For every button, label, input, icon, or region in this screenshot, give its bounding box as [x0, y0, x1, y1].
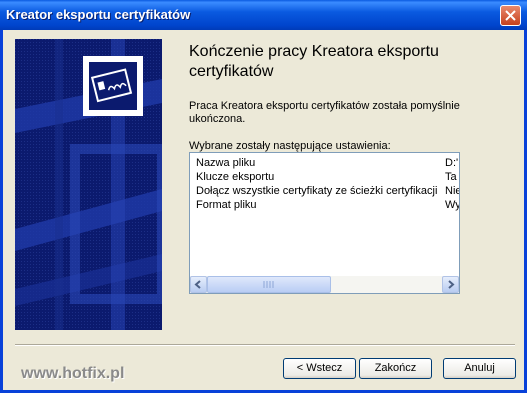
page-title: Kończenie pracy Kreatora eksportu certyf… [189, 43, 439, 80]
certificate-banner-graphic [15, 39, 162, 330]
list-item-value: D:' [445, 157, 459, 169]
window-title: Kreator eksportu certyfikatów [6, 7, 191, 22]
settings-list[interactable]: Nazwa pliku D:' Klucze eksportu Ta Dołąc… [189, 152, 460, 294]
watermark: www.hotfix.pl [21, 365, 125, 382]
list-item-value: Ta [445, 171, 457, 183]
chevron-left-icon [194, 280, 201, 289]
horizontal-scrollbar[interactable] [190, 276, 459, 293]
list-item-value: Nie [445, 185, 459, 197]
title-bar[interactable]: Kreator eksportu certyfikatów [0, 0, 527, 30]
wizard-sidebar-banner [15, 39, 162, 330]
close-button[interactable] [500, 5, 521, 26]
scroll-thumb[interactable] [207, 276, 331, 293]
list-item-value: Wy [445, 199, 459, 211]
wizard-window: Kreator eksportu certyfikatów Kończenie … [0, 0, 527, 393]
divider [15, 344, 515, 346]
scroll-right-button[interactable] [442, 276, 459, 293]
list-item: Nazwa pliku [196, 157, 256, 169]
settings-label: Wybrane zostały następujące ustawienia: [189, 140, 391, 152]
scroll-left-button[interactable] [190, 276, 207, 293]
back-button[interactable]: < Wstecz [283, 358, 356, 379]
cancel-button[interactable]: Anuluj [443, 358, 516, 379]
grip-icon [263, 281, 274, 288]
chevron-right-icon [448, 280, 455, 289]
close-icon [505, 10, 516, 21]
list-item: Klucze eksportu [196, 171, 275, 183]
list-item: Format pliku [196, 199, 257, 211]
wizard-body: Kończenie pracy Kreatora eksportu certyf… [3, 30, 524, 390]
list-item: Dołącz wszystkie certyfikaty ze ścieżki … [196, 185, 438, 197]
finish-button[interactable]: Zakończ [359, 358, 432, 379]
completion-message: Praca Kreatora eksportu certyfikatów zos… [189, 100, 460, 125]
